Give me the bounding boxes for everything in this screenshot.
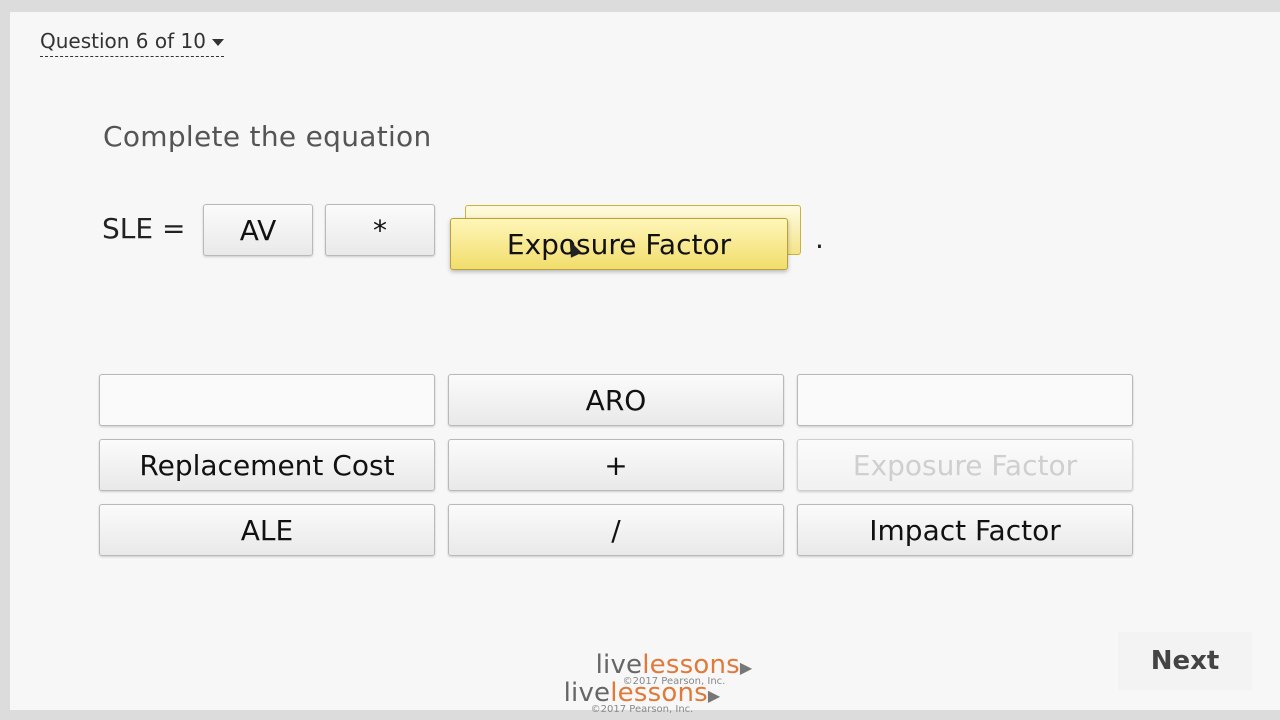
equation-slot-av[interactable]: AV	[203, 204, 313, 256]
quiz-frame	[10, 12, 1280, 710]
equation-period: .	[815, 222, 824, 255]
answer-tile-label: /	[611, 513, 621, 547]
equation-slot-operator[interactable]: *	[325, 204, 435, 256]
equation-lhs: SLE =	[102, 212, 186, 245]
answer-tile-label: +	[604, 448, 628, 482]
question-label: Question 6 of 10	[40, 29, 206, 53]
answer-tile-label: Exposure Factor	[852, 448, 1078, 482]
answer-tile-label: Impact Factor	[869, 513, 1061, 547]
question-dropdown[interactable]: Question 6 of 10	[40, 29, 224, 57]
prompt-heading: Complete the equation	[103, 120, 432, 153]
answer-tile-label: Replacement Cost	[139, 448, 395, 482]
dragged-tile-label: Exposure Factor	[506, 227, 732, 261]
answer-tile-label: ALE	[240, 513, 294, 547]
answer-tile-label: ARO	[585, 383, 647, 417]
answer-tile-impact-factor[interactable]: Impact Factor	[797, 504, 1133, 556]
answer-tile-empty[interactable]	[797, 374, 1133, 426]
answer-tile-exposure-factor-placeholder: Exposure Factor	[797, 439, 1133, 491]
answer-tile-empty[interactable]	[99, 374, 435, 426]
play-circle-icon: ▶	[707, 686, 721, 705]
caret-down-icon	[211, 39, 224, 46]
answer-tile-replacement-cost[interactable]: Replacement Cost	[99, 439, 435, 491]
answer-tile-plus[interactable]: +	[448, 439, 784, 491]
answer-tile-ale[interactable]: ALE	[99, 504, 435, 556]
answer-tile-aro[interactable]: ARO	[448, 374, 784, 426]
play-circle-icon: ▶	[739, 658, 753, 677]
next-button[interactable]: Next	[1118, 632, 1252, 690]
livelessons-logo-overlay: livelessons▶ ©2017 Pearson, Inc.	[552, 678, 732, 715]
next-button-label: Next	[1150, 646, 1220, 676]
answer-tile-divide[interactable]: /	[448, 504, 784, 556]
slot-label: *	[373, 213, 387, 247]
dragged-tile-exposure-factor[interactable]: Exposure Factor	[450, 218, 788, 270]
slot-label: AV	[239, 213, 277, 247]
